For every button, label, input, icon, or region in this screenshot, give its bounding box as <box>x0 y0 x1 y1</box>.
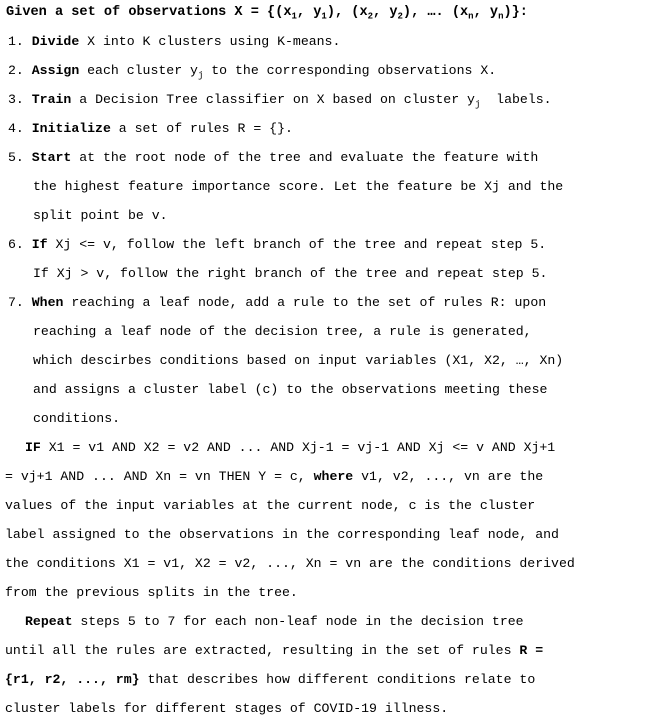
rule-paragraph-line-1: IF X1 = v1 AND X2 = v2 AND ... AND Xj-1 … <box>25 440 555 455</box>
step-item-4: 4. Initialize a set of rules R = {}. <box>8 121 293 136</box>
rule-line-2-pre: = vj+1 AND ... AND Xn = vn THEN Y = c, <box>5 469 314 484</box>
document-header-line: Given a set of observations X = {(x1, y1… <box>6 5 528 21</box>
repeat-line-2-bold: R = <box>519 643 544 658</box>
step-item-2: 2. Assign each cluster yj to the corresp… <box>8 63 497 80</box>
step-7-text: reaching a leaf node, add a rule to the … <box>63 295 547 310</box>
step-1-text: X into K clusters using K-means. <box>79 34 341 49</box>
step-item-5: 5. Start at the root node of the tree an… <box>8 150 538 165</box>
step-7-keyword: When <box>31 295 64 310</box>
step-6-text: Xj <= v, follow the left branch of the t… <box>47 237 547 252</box>
repeat-paragraph-line-1: Repeat steps 5 to 7 for each non-leaf no… <box>25 614 524 629</box>
repeat-line-1-text: steps 5 to 7 for each non-leaf node in t… <box>72 614 524 629</box>
step-3-text-b: labels. <box>480 92 552 107</box>
step-3-keyword: Train <box>31 92 72 107</box>
header-mid-2: ), (x <box>326 5 368 20</box>
step-7-cont-3: and assigns a cluster label (c) to the o… <box>33 382 548 397</box>
rule-keyword-if: IF <box>25 440 41 455</box>
header-mid-1: , y <box>296 5 322 20</box>
repeat-line-3-post: that describes how different conditions … <box>139 672 536 687</box>
header-suffix: )}: <box>503 5 528 20</box>
header-prefix: Given a set of observations X = {(x <box>6 5 292 20</box>
step-5-cont-1: the highest feature importance score. Le… <box>33 179 564 194</box>
step-item-7: 7. When reaching a leaf node, add a rule… <box>8 295 546 310</box>
step-5-cont-2: split point be v. <box>33 208 168 223</box>
repeat-paragraph-line-3: {r1, r2, ..., rm} that describes how dif… <box>5 672 535 687</box>
header-mid-5: , y <box>473 5 499 20</box>
step-5-text: at the root node of the tree and evaluat… <box>71 150 539 165</box>
step-2-number: 2. <box>8 63 24 78</box>
step-3-text-a: a Decision Tree classifier on X based on… <box>71 92 475 107</box>
rule-paragraph-line-5: the conditions X1 = v1, X2 = v2, ..., Xn… <box>5 556 575 571</box>
step-4-number: 4. <box>8 121 24 136</box>
algorithm-document: Given a set of observations X = {(x1, y1… <box>0 0 649 723</box>
rule-line-2-post: v1, v2, ..., vn are the <box>353 469 544 484</box>
header-mid-3: , y <box>373 5 398 20</box>
repeat-paragraph-line-2: until all the rules are extracted, resul… <box>5 643 543 658</box>
step-7-cont-4: conditions. <box>33 411 121 426</box>
step-6-number: 6. <box>8 237 24 252</box>
step-5-keyword: Start <box>31 150 72 165</box>
step-6-keyword: If <box>31 237 48 252</box>
repeat-line-2-pre: until all the rules are extracted, resul… <box>5 643 520 658</box>
repeat-paragraph-line-4: cluster labels for different stages of C… <box>5 701 449 716</box>
step-2-text-a: each cluster y <box>79 63 198 78</box>
step-6-cont-1: If Xj > v, follow the right branch of th… <box>33 266 548 281</box>
step-item-1: 1. Divide X into K clusters using K-mean… <box>8 34 340 49</box>
rule-paragraph-line-6: from the previous splits in the tree. <box>5 585 298 600</box>
step-1-number: 1. <box>8 34 24 49</box>
header-mid-4: ), …. (x <box>402 5 469 20</box>
step-4-keyword: Initialize <box>31 121 111 136</box>
step-7-number: 7. <box>8 295 24 310</box>
repeat-keyword: Repeat <box>25 614 73 629</box>
step-3-number: 3. <box>8 92 24 107</box>
step-item-3: 3. Train a Decision Tree classifier on X… <box>8 92 552 109</box>
step-1-keyword: Divide <box>31 34 80 49</box>
step-7-cont-1: reaching a leaf node of the decision tre… <box>33 324 532 339</box>
rule-keyword-where: where <box>313 469 354 484</box>
step-2-text-b: to the corresponding observations X. <box>203 63 497 78</box>
rule-paragraph-line-3: values of the input variables at the cur… <box>5 498 536 513</box>
step-2-keyword: Assign <box>31 63 80 78</box>
repeat-ruleset-notation: {r1, r2, ..., rm} <box>5 672 140 687</box>
rule-line-1-text: X1 = v1 AND X2 = v2 AND ... AND Xj-1 = v… <box>40 440 556 455</box>
step-5-number: 5. <box>8 150 24 165</box>
rule-paragraph-line-2: = vj+1 AND ... AND Xn = vn THEN Y = c, w… <box>5 469 543 484</box>
step-item-6: 6. If Xj <= v, follow the left branch of… <box>8 237 546 252</box>
rule-paragraph-line-4: label assigned to the observations in th… <box>5 527 559 542</box>
step-4-text: a set of rules R = {}. <box>110 121 293 136</box>
step-7-cont-2: which descirbes conditions based on inpu… <box>33 353 564 368</box>
